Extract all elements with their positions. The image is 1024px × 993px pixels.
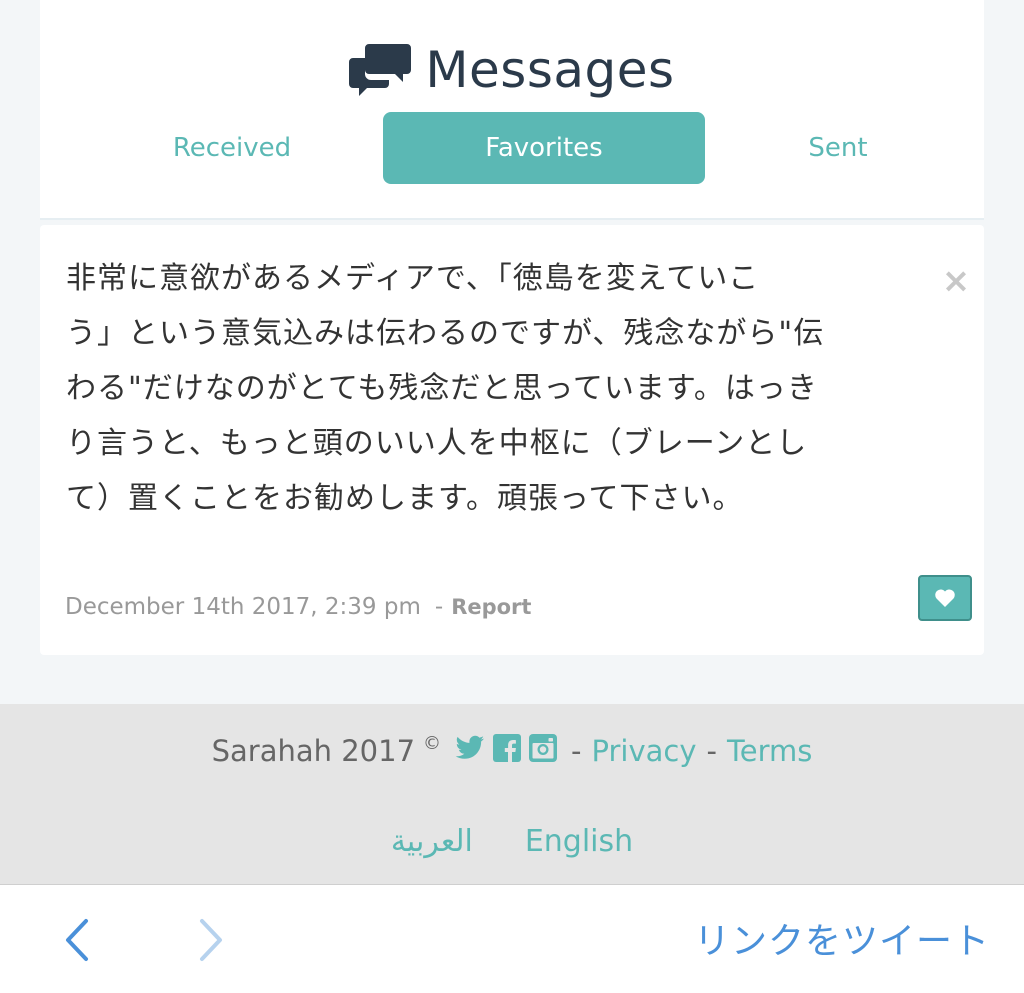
meta-separator: - (434, 594, 444, 620)
chat-bubbles-icon (349, 44, 412, 96)
message-line: わる"だけなのがとても残念だと思っています。はっき (66, 371, 818, 406)
facebook-icon[interactable] (493, 733, 522, 769)
instagram-icon[interactable] (529, 733, 558, 769)
title-row: Messages (40, 30, 984, 110)
close-icon[interactable]: × (940, 264, 972, 298)
message-text: 非常に意欲があるメディアで、「徳島を変えていこ う」という意気込みは伝わるのです… (66, 251, 926, 526)
message-line: う」という意気込みは伝わるのですが、残念ながら"伝 (66, 316, 825, 351)
twitter-icon[interactable] (455, 734, 485, 768)
browser-bottom-bar: リンクをツイート (0, 884, 1024, 993)
tab-received[interactable]: Received (132, 112, 332, 184)
header-card: Messages Received Favorites Sent (40, 0, 984, 220)
favorite-button[interactable] (918, 575, 972, 621)
terms-link[interactable]: Terms (727, 734, 812, 768)
message-card: 非常に意欲があるメディアで、「徳島を変えていこ う」という意気込みは伝わるのです… (40, 225, 984, 655)
tweet-link-button[interactable]: リンクをツイート (694, 913, 990, 963)
message-meta: December 14th 2017, 2:39 pm - Report (65, 587, 531, 627)
report-link[interactable]: Report (451, 595, 531, 619)
message-line: り言うと、もっと頭のいい人を中枢に（ブレーンとし (66, 426, 808, 461)
message-line: 非常に意欲があるメディアで、「徳島を変えていこ (66, 261, 760, 296)
tab-sent[interactable]: Sent (740, 112, 936, 184)
language-switcher: العربية English (0, 816, 1024, 866)
footer-dash: - (706, 734, 717, 768)
social-links (451, 733, 561, 769)
language-english[interactable]: English (525, 824, 633, 859)
footer-brand: Sarahah 2017 (211, 734, 416, 768)
footer: Sarahah 2017 © - Privacy - Terms العربية… (0, 704, 1024, 884)
message-line: て）置くことをお勧めします。頑張って下さい。 (66, 481, 744, 516)
heart-icon (935, 589, 955, 607)
footer-links: Sarahah 2017 © - Privacy - Terms (0, 726, 1024, 776)
privacy-link[interactable]: Privacy (592, 734, 697, 768)
page-title: Messages (425, 41, 675, 99)
chevron-left-icon[interactable] (58, 915, 98, 965)
message-timestamp: December 14th 2017, 2:39 pm (65, 594, 421, 620)
chevron-right-icon[interactable] (190, 915, 230, 965)
language-arabic[interactable]: العربية (391, 824, 473, 859)
copyright-symbol: © (423, 732, 442, 754)
tab-favorites[interactable]: Favorites (383, 112, 705, 184)
footer-dash: - (571, 734, 582, 768)
message-tabs: Received Favorites Sent (40, 112, 984, 184)
